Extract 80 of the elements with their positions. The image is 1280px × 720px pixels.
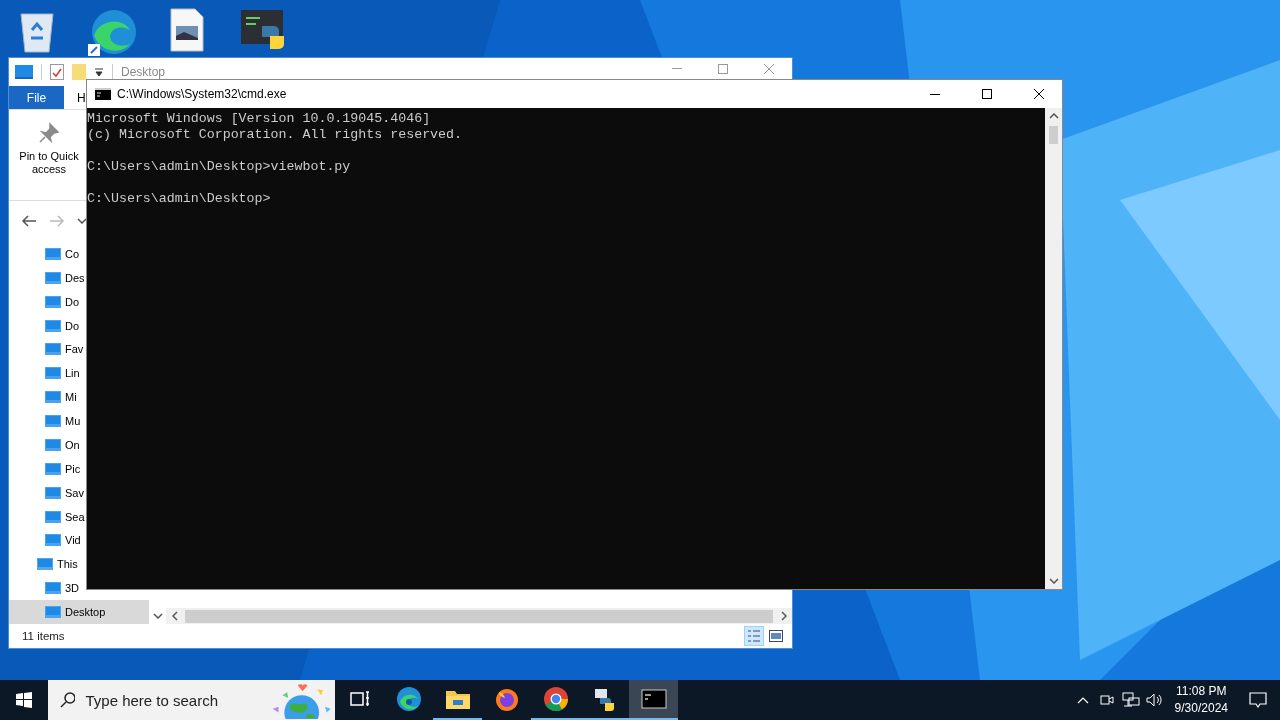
chevron-down-icon (1048, 578, 1059, 584)
close-icon (764, 63, 774, 74)
chrome-browser-icon (542, 686, 569, 712)
image-file-icon[interactable] (170, 8, 204, 52)
chevron-down-icon (77, 218, 87, 224)
chevron-up-icon (1048, 113, 1059, 119)
folder-icon (45, 509, 61, 524)
back-button[interactable] (21, 214, 37, 228)
folder-icon (45, 390, 61, 405)
folder-icon (37, 557, 53, 572)
window-title: C:\Windows\System32\cmd.exe (117, 87, 288, 101)
dropdown-icon[interactable] (94, 67, 104, 77)
terminal-icon (640, 689, 667, 709)
console-line: C:\Users\admin\Desktop> (87, 191, 272, 207)
scroll-thumb[interactable] (1049, 126, 1058, 144)
recent-dropdown[interactable] (77, 218, 87, 224)
folder-icon (45, 342, 61, 357)
console-line: Microsoft Windows [Version 10.0.19045.4046] (87, 111, 432, 127)
nav-item[interactable]: Des (9, 265, 85, 290)
folder-icon (45, 605, 61, 620)
browser-wave-icon (395, 686, 422, 712)
nav-item[interactable]: Sav (9, 480, 84, 505)
window-title: Desktop (121, 65, 167, 79)
folder-icon (444, 688, 471, 710)
console-line: C:\Users\admin\Desktop>viewbot.py (87, 159, 352, 175)
folder-icon (45, 366, 61, 381)
search-icon (60, 692, 76, 708)
nav-item[interactable]: Desktop (9, 600, 149, 624)
back-arrow-icon (21, 214, 37, 228)
maximize-icon (982, 89, 992, 99)
browser-wave-icon[interactable] (88, 8, 138, 56)
maximize-icon (718, 63, 728, 74)
terminal-icon (95, 88, 111, 100)
close-icon (1034, 89, 1044, 99)
folder-icon (45, 270, 61, 285)
nav-item[interactable]: Co (9, 242, 80, 266)
pin-icon (38, 122, 60, 144)
search-bar[interactable]: Type here to search (48, 680, 335, 720)
folder-icon (45, 294, 61, 309)
chevron-down-icon (152, 613, 163, 619)
nav-item[interactable]: Do (9, 313, 80, 338)
scrollbar[interactable] (166, 608, 792, 624)
nav-item[interactable]: This (9, 552, 78, 577)
folder-icon (45, 318, 61, 333)
folder-icon (45, 414, 61, 429)
nav-item[interactable]: Sea (9, 504, 85, 529)
folder-icon (45, 437, 61, 452)
folder-icon (45, 581, 61, 596)
item-count: 11 items (22, 630, 65, 642)
image-icon (769, 630, 783, 642)
nav-item[interactable]: Lin (9, 361, 80, 386)
nav-item[interactable]: Mi (9, 385, 77, 410)
console-line: (c) Microsoft Corporation. All rights reserved. (87, 127, 464, 143)
nav-item[interactable]: Fav (9, 337, 84, 362)
fox-browser-icon (493, 686, 520, 712)
forward-arrow-icon (49, 214, 65, 228)
folder-icon (45, 461, 61, 476)
nav-item[interactable]: Do (9, 289, 80, 314)
file-menu[interactable]: File (9, 86, 64, 109)
windows-logo-icon (16, 692, 32, 708)
search-field[interactable]: Type here to search (85, 691, 256, 709)
minimize-icon (672, 68, 682, 69)
chevron-right-icon (780, 611, 787, 621)
clock[interactable]: 11:08 PM 9/30/2024 (1166, 683, 1236, 717)
nav-item[interactable]: 3D (9, 576, 80, 601)
task-view-icon (349, 690, 370, 708)
minimize-icon (930, 93, 940, 95)
checklist-icon[interactable] (50, 64, 64, 80)
nav-item[interactable]: Vid (9, 528, 81, 553)
nav-item[interactable]: On (9, 433, 80, 457)
scrollbar[interactable] (1045, 108, 1062, 589)
nav-item[interactable]: Mu (9, 409, 81, 433)
folder-icon (45, 246, 61, 261)
list-icon (747, 630, 761, 642)
folder-icon (45, 485, 61, 500)
nav-item[interactable]: Pic (9, 456, 81, 481)
folder-icon (45, 533, 61, 548)
scroll-thumb[interactable] (185, 609, 773, 623)
taskbar-app-button[interactable] (629, 680, 678, 720)
chevron-left-icon (171, 611, 178, 621)
